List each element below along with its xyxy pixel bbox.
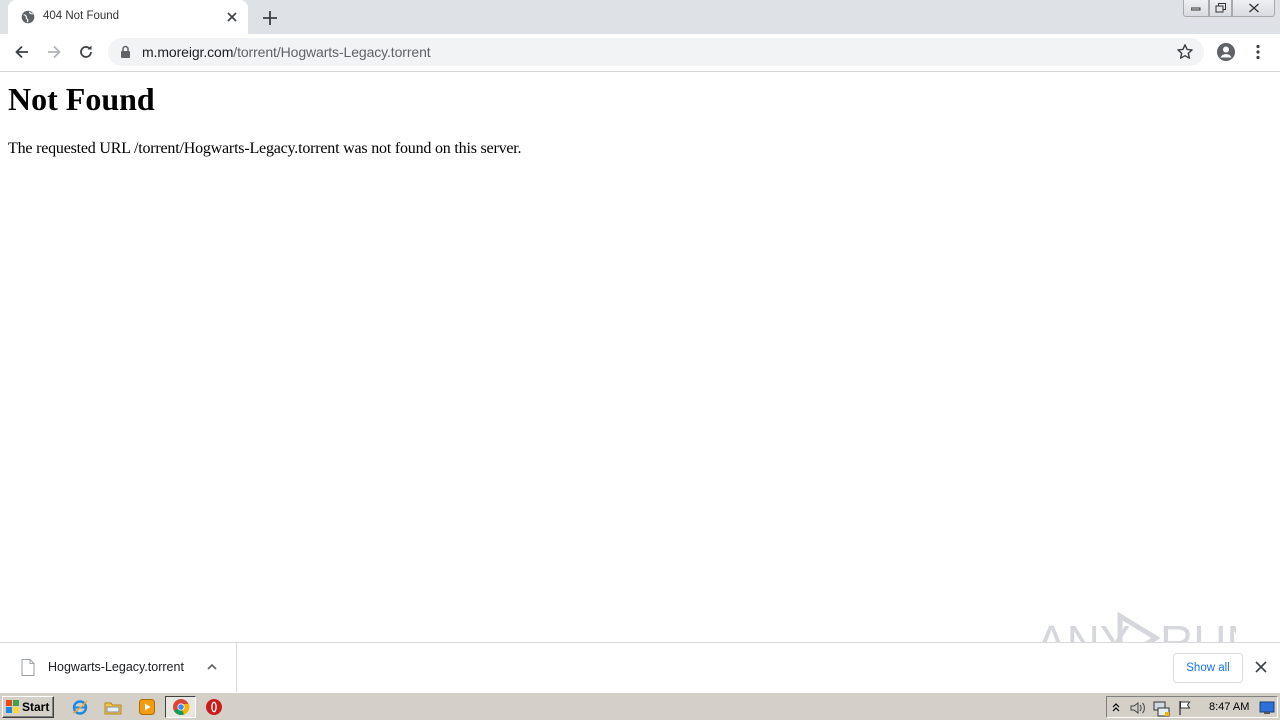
globe-icon [21, 10, 35, 24]
chevron-up-icon[interactable] [205, 660, 219, 674]
menu-kebab-icon[interactable] [1248, 42, 1268, 62]
tab-active[interactable]: 404 Not Found [8, 0, 248, 34]
profile-avatar-icon[interactable] [1216, 42, 1236, 62]
action-center-flag-icon[interactable] [1177, 700, 1193, 716]
page-heading: Not Found [8, 81, 155, 117]
new-tab-icon[interactable] [260, 8, 280, 28]
tab-strip: 404 Not Found [0, 0, 1280, 34]
url-text[interactable]: m.moreigr.com/torrent/Hogwarts-Legacy.to… [142, 44, 431, 60]
lock-icon[interactable] [120, 45, 131, 59]
tab-close-icon[interactable] [224, 9, 240, 25]
download-file-name: Hogwarts-Legacy.torrent [48, 660, 184, 674]
window-restore-button[interactable] [1209, 0, 1232, 17]
tab-title: 404 Not Found [43, 10, 120, 22]
download-bar: Hogwarts-Legacy.torrent Show all [0, 642, 1280, 692]
windows-logo-icon [6, 700, 19, 713]
download-item[interactable]: Hogwarts-Legacy.torrent [0, 643, 237, 692]
volume-icon[interactable] [1129, 700, 1147, 716]
window-close-button[interactable] [1232, 0, 1275, 17]
network-icon[interactable] [1152, 699, 1170, 717]
window-minimize-button[interactable] [1183, 0, 1209, 17]
chrome-taskbar-button[interactable] [165, 696, 196, 718]
back-arrow-icon[interactable] [12, 42, 32, 62]
page-content: Not Found The requested URL /torrent/Hog… [0, 73, 1280, 642]
address-bar[interactable]: m.moreigr.com/torrent/Hogwarts-Legacy.to… [108, 38, 1204, 66]
url-path: /torrent/Hogwarts-Legacy.torrent [233, 44, 431, 60]
file-icon [21, 659, 35, 676]
error-message: The requested URL /torrent/Hogwarts-Lega… [8, 140, 522, 157]
show-desktop-icon[interactable] [1259, 701, 1275, 715]
internet-explorer-icon[interactable] [71, 698, 89, 716]
download-bar-close-icon[interactable] [1254, 660, 1268, 674]
taskbar-clock[interactable]: 8:47 AM [1209, 701, 1249, 713]
media-player-icon[interactable] [138, 698, 156, 716]
minimize-icon [1191, 7, 1201, 11]
forward-arrow-icon[interactable] [44, 42, 64, 62]
close-icon [1248, 3, 1259, 13]
opera-icon[interactable] [205, 698, 223, 716]
start-label: Start [22, 700, 50, 714]
file-explorer-icon[interactable] [104, 698, 122, 716]
os-taskbar: Start 8:47 AM [0, 692, 1280, 720]
chrome-icon [173, 699, 190, 715]
bookmark-star-icon[interactable] [1176, 43, 1194, 61]
show-hidden-icons-icon[interactable] [1111, 701, 1121, 713]
show-all-button[interactable]: Show all [1173, 653, 1243, 683]
browser-toolbar: m.moreigr.com/torrent/Hogwarts-Legacy.to… [0, 34, 1280, 72]
reload-icon[interactable] [76, 42, 96, 62]
url-host: m.moreigr.com [142, 44, 234, 60]
start-button[interactable]: Start [2, 696, 54, 718]
restore-icon [1215, 3, 1226, 13]
system-tray: 8:47 AM [1106, 696, 1278, 718]
